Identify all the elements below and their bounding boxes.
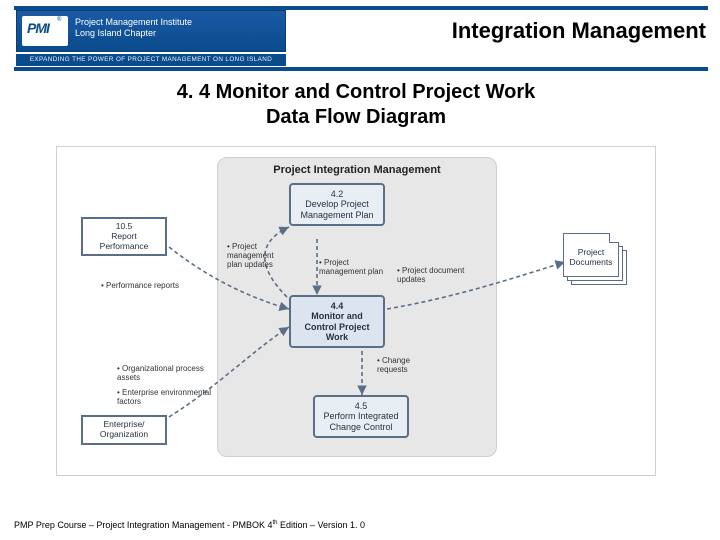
pmi-text: PMI [27, 20, 49, 36]
slide-title-line2: Data Flow Diagram [266, 106, 446, 128]
process-4-5-name: Perform Integrated Change Control [323, 411, 398, 431]
registered-icon: ® [57, 17, 61, 23]
label-performance-reports: Performance reports [101, 282, 181, 291]
footer: PMP Prep Course – Project Integration Ma… [14, 520, 365, 530]
process-10-5-num: 10.5 [116, 221, 133, 231]
process-4-4-name: Monitor and Control Project Work [304, 311, 369, 342]
label-pm-plan: Project management plan [319, 259, 389, 277]
header-bottom-rule [14, 67, 708, 71]
process-4-5: 4.5 Perform Integrated Change Control [313, 395, 409, 438]
enterprise-organization: Enterprise/ Organization [81, 415, 167, 445]
org-line-2: Long Island Chapter [75, 28, 156, 38]
slide-title: 4. 4 Monitor and Control Project Work Da… [66, 80, 646, 130]
enterprise-organization-label: Enterprise/ Organization [100, 419, 148, 439]
label-opa: Organizational process assets [117, 365, 217, 383]
process-4-2: 4.2 Develop Project Management Plan [289, 183, 385, 226]
pmi-tagline: EXPANDING THE POWER OF PROJECT MANAGEMEN… [16, 54, 286, 66]
process-10-5-name: Report Performance [100, 231, 149, 251]
page-title: Integration Management [452, 18, 706, 44]
label-change-requests: Change requests [377, 357, 437, 375]
project-documents: Project Documents [563, 233, 629, 285]
label-eef: Enterprise environmental factors [117, 389, 217, 407]
process-10-5: 10.5 Report Performance [81, 217, 167, 256]
pmi-org-text: Project Management Institute Long Island… [75, 17, 192, 39]
process-4-2-name: Develop Project Management Plan [300, 199, 373, 219]
project-documents-label: Project Documents [563, 247, 619, 267]
process-4-4-num: 4.4 [295, 301, 379, 311]
process-4-4: 4.4 Monitor and Control Project Work [289, 295, 385, 348]
org-line-1: Project Management Institute [75, 17, 192, 27]
slide-title-line1: 4. 4 Monitor and Control Project Work [177, 81, 536, 103]
label-pm-plan-updates: Project management plan updates [227, 243, 287, 269]
process-4-5-num: 4.5 [319, 401, 403, 411]
pmi-logo: PMI ® Project Management Institute Long … [16, 10, 286, 52]
label-doc-updates: Project document updates [397, 267, 477, 285]
footer-text-b: Edition – Version 1. 0 [277, 520, 365, 530]
data-flow-diagram: Project Integration Management 4.2 [56, 146, 656, 476]
header: PMI ® Project Management Institute Long … [0, 0, 720, 67]
pim-container-title: Project Integration Management [218, 158, 496, 176]
footer-text-a: PMP Prep Course – Project Integration Ma… [14, 520, 272, 530]
process-4-2-num: 4.2 [295, 189, 379, 199]
